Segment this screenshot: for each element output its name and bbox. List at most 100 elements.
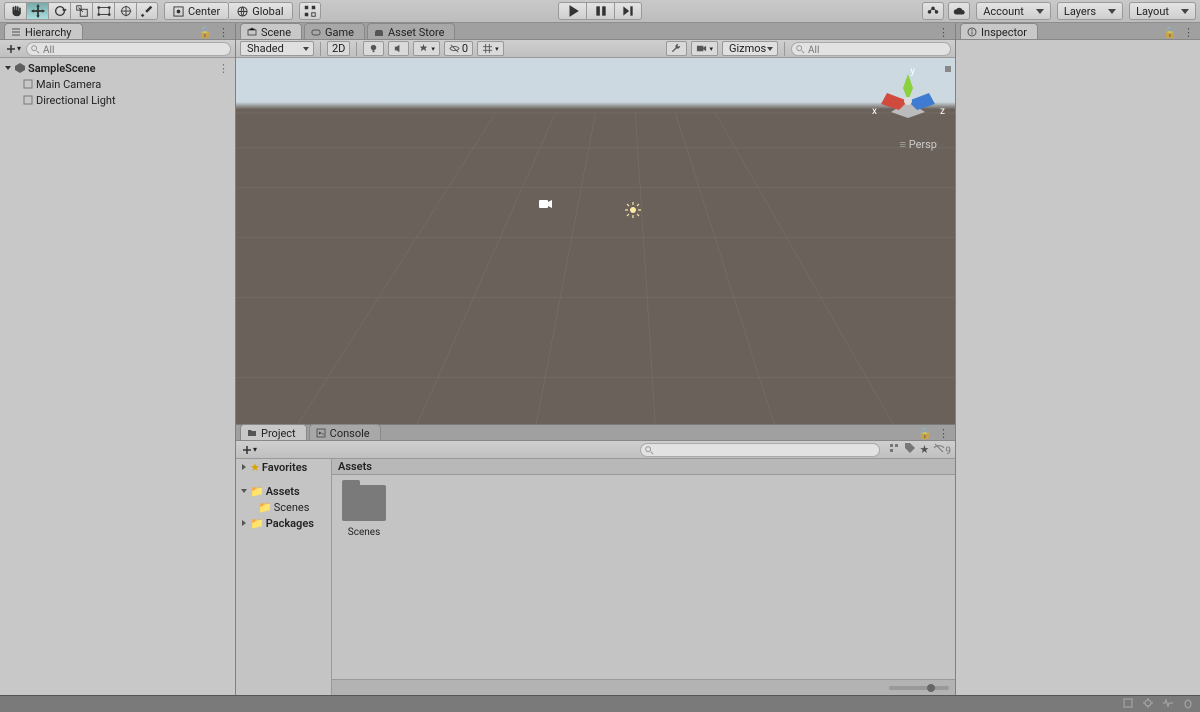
gizmo-lock-icon[interactable]: [945, 66, 951, 72]
tree-favorites[interactable]: ★Favorites: [236, 459, 331, 475]
kebab-menu-icon[interactable]: ⋮: [938, 427, 949, 440]
collab-button[interactable]: [922, 2, 944, 20]
visibility-toggle-button[interactable]: 0: [444, 41, 473, 56]
project-folder-tree: ★Favorites 📁Assets 📁Scenes 📁Packages: [236, 459, 332, 695]
custom-tools-button[interactable]: [136, 2, 158, 20]
icon-size-slider[interactable]: [889, 686, 949, 690]
status-bug-icon[interactable]: [1142, 697, 1154, 712]
cloud-button[interactable]: [948, 2, 970, 20]
shading-mode-dropdown[interactable]: Shaded: [240, 41, 314, 56]
tab-asset-store-label: Asset Store: [388, 26, 444, 39]
gameobject-icon: [22, 78, 34, 90]
scale-tool-button[interactable]: [70, 2, 92, 20]
pause-button[interactable]: [586, 2, 614, 20]
gameobject-row-light[interactable]: Directional Light: [0, 92, 235, 108]
status-debug-icon[interactable]: [1182, 697, 1194, 712]
orientation-gizmo[interactable]: [873, 66, 943, 136]
hierarchy-search-input[interactable]: [43, 45, 224, 56]
layers-dropdown[interactable]: Layers: [1057, 2, 1123, 20]
caret-right-icon: [240, 463, 248, 471]
gameobject-row-camera[interactable]: Main Camera: [0, 76, 235, 92]
step-button[interactable]: [614, 2, 642, 20]
kebab-menu-icon[interactable]: ⋮: [218, 26, 229, 39]
save-search-button[interactable]: ★: [920, 443, 930, 456]
tab-scene-label: Scene: [261, 26, 291, 39]
tree-packages[interactable]: 📁Packages: [236, 515, 331, 531]
rect-tool-button[interactable]: [92, 2, 114, 20]
project-create-button[interactable]: ▾: [240, 443, 258, 457]
project-items-grid: Scenes: [332, 475, 955, 679]
tab-game[interactable]: Game: [304, 23, 365, 39]
gameobject-label: Main Camera: [36, 78, 101, 91]
filter-by-type-button[interactable]: [888, 442, 900, 457]
snap-toggle-button[interactable]: [299, 2, 321, 20]
project-search[interactable]: [640, 443, 880, 457]
hierarchy-icon: [11, 27, 21, 37]
lock-icon[interactable]: 🔒: [918, 427, 932, 440]
chevron-down-icon: [1036, 9, 1044, 14]
lock-icon[interactable]: 🔒: [1163, 26, 1177, 39]
layout-dropdown[interactable]: Layout: [1129, 2, 1196, 20]
tree-assets[interactable]: 📁Assets: [236, 483, 331, 499]
caret-down-icon: [240, 487, 248, 495]
tab-project[interactable]: Project: [240, 424, 307, 440]
tab-hierarchy[interactable]: Hierarchy: [4, 23, 83, 39]
rotate-tool-button[interactable]: [48, 2, 70, 20]
collab-icon: [926, 4, 940, 18]
hierarchy-search[interactable]: [26, 42, 231, 56]
chevron-down-icon: [767, 47, 773, 51]
status-auto-generate-icon[interactable]: [1122, 697, 1134, 712]
toggle-2d-button[interactable]: 2D: [327, 41, 350, 56]
tab-asset-store[interactable]: Asset Store: [367, 23, 455, 39]
tab-inspector[interactable]: Inspector: [960, 23, 1038, 39]
transform-tool-button[interactable]: [114, 2, 136, 20]
slider-knob[interactable]: [927, 684, 935, 692]
status-activity-icon[interactable]: [1162, 697, 1174, 712]
camera-settings-button[interactable]: ▾: [691, 41, 718, 56]
lock-icon[interactable]: 🔒: [198, 26, 212, 39]
hand-tool-button[interactable]: [4, 2, 26, 20]
pivot-toggle-button[interactable]: Center: [164, 2, 229, 20]
account-dropdown[interactable]: Account: [976, 2, 1051, 20]
search-icon: [795, 44, 805, 54]
hand-icon: [9, 4, 23, 18]
lighting-toggle-button[interactable]: [363, 41, 384, 56]
effects-dropdown-button[interactable]: ▾: [413, 41, 440, 56]
kebab-menu-icon[interactable]: ⋮: [218, 62, 229, 75]
eye-off-icon: [933, 442, 945, 454]
project-search-input[interactable]: [657, 446, 873, 457]
scenes-label: Scenes: [274, 501, 310, 514]
account-label: Account: [983, 5, 1024, 18]
inspector-tabbar: Inspector 🔒 ⋮: [956, 23, 1200, 40]
scene-viewport[interactable]: y x z ≡ Persp: [236, 58, 955, 424]
step-icon: [621, 4, 635, 18]
tools-settings-button[interactable]: [666, 41, 687, 56]
main-toolbar: Center Global Account Layers Layout: [0, 0, 1200, 23]
scene-search[interactable]: [791, 42, 951, 56]
scene-search-input[interactable]: [808, 45, 944, 56]
hierarchy-tabbar: Hierarchy 🔒 ⋮: [0, 23, 235, 40]
move-tool-button[interactable]: [26, 2, 48, 20]
play-button[interactable]: [558, 2, 586, 20]
scene-root-row[interactable]: SampleScene ⋮: [0, 60, 235, 76]
eye-off-icon: [449, 43, 460, 54]
gizmos-dropdown[interactable]: Gizmos: [722, 41, 778, 56]
audio-toggle-button[interactable]: [388, 41, 409, 56]
projection-label[interactable]: ≡ Persp: [900, 138, 937, 151]
hidden-items-button[interactable]: 9: [933, 442, 951, 457]
scene-toolbar: Shaded 2D ▾ 0 ▾ ▾ Gizmos: [236, 40, 955, 58]
filter-by-label-button[interactable]: [904, 442, 916, 457]
tab-console[interactable]: Console: [309, 424, 381, 440]
tab-scene[interactable]: Scene: [240, 23, 302, 39]
assets-label: Assets: [266, 485, 300, 498]
kebab-menu-icon[interactable]: ⋮: [1183, 26, 1194, 39]
asset-item-scenes[interactable]: Scenes: [342, 485, 386, 538]
tree-scenes[interactable]: 📁Scenes: [236, 499, 331, 515]
grid-dropdown-button[interactable]: ▾: [477, 41, 504, 56]
create-dropdown-button[interactable]: ▾: [4, 42, 22, 56]
inspector-tab-label: Inspector: [981, 26, 1027, 39]
kebab-menu-icon[interactable]: ⋮: [938, 26, 949, 39]
space-toggle-button[interactable]: Global: [229, 2, 292, 20]
breadcrumb[interactable]: Assets: [332, 459, 955, 475]
tools-icon: [140, 4, 154, 18]
